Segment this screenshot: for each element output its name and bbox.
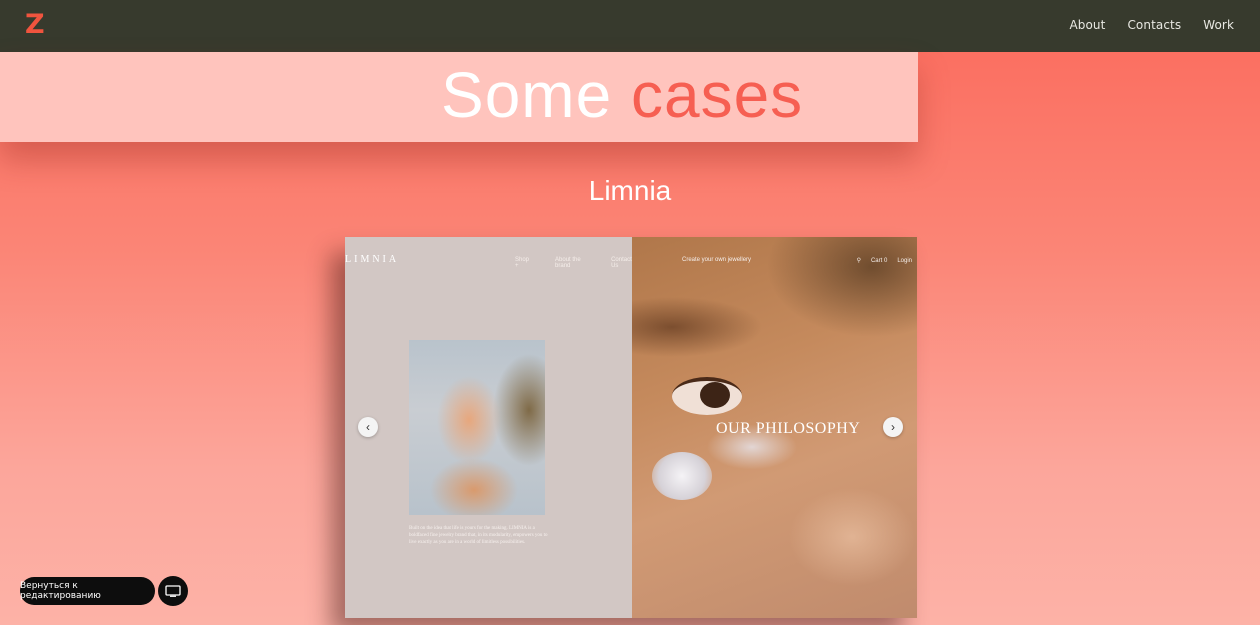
portrait-image (409, 340, 545, 515)
search-icon: ⚲ (856, 258, 861, 264)
top-navbar: Z About Contacts Work (0, 0, 1260, 52)
preview-mode-button[interactable] (158, 576, 188, 606)
iris-shape (700, 382, 730, 408)
chevron-left-icon: ‹ (366, 420, 370, 434)
ring-shape (652, 452, 712, 500)
site-login: Login (897, 257, 912, 264)
site-cart: Cart 0 (870, 257, 888, 264)
chevron-right-icon: › (891, 420, 895, 434)
case-title: Limnia (588, 175, 672, 206)
site-nav-contact: Contact Us (611, 257, 632, 269)
section-heading: Some cases (441, 55, 803, 135)
case-preview[interactable]: LIMNIA Shop + About the brand Contact Us… (345, 237, 917, 618)
nav-about[interactable]: About (1069, 18, 1105, 32)
site-nav-right: Create your own jewellery (682, 257, 751, 263)
back-to-editing-button[interactable]: Вернуться к редактированию (20, 577, 155, 605)
site-tools: ⚲ Cart 0 Login (856, 257, 912, 265)
slider-next-button[interactable]: › (883, 417, 903, 437)
site-nav-shop: Shop + (515, 257, 530, 269)
site-nav: Shop + About the brand Contact Us (515, 257, 632, 269)
main-nav: About Contacts Work (1069, 18, 1234, 32)
nav-contacts[interactable]: Contacts (1127, 18, 1181, 32)
preview-left-panel: LIMNIA Shop + About the brand Contact Us… (345, 237, 632, 618)
site-nav-create: Create your own jewellery (682, 257, 752, 263)
brand-logo[interactable]: Z (25, 9, 45, 40)
nav-work[interactable]: Work (1203, 18, 1234, 32)
heading-word-some: Some (441, 59, 613, 131)
heading-word-cases: cases (630, 59, 804, 131)
site-logo: LIMNIA (345, 254, 400, 265)
slide-heading: OUR PHILOSOPHY (716, 420, 861, 437)
site-body-text: Built on the idea that life is yours for… (409, 526, 548, 545)
site-nav-about: About the brand (555, 257, 581, 269)
monitor-icon (165, 585, 181, 597)
slider-prev-button[interactable]: ‹ (358, 417, 378, 437)
